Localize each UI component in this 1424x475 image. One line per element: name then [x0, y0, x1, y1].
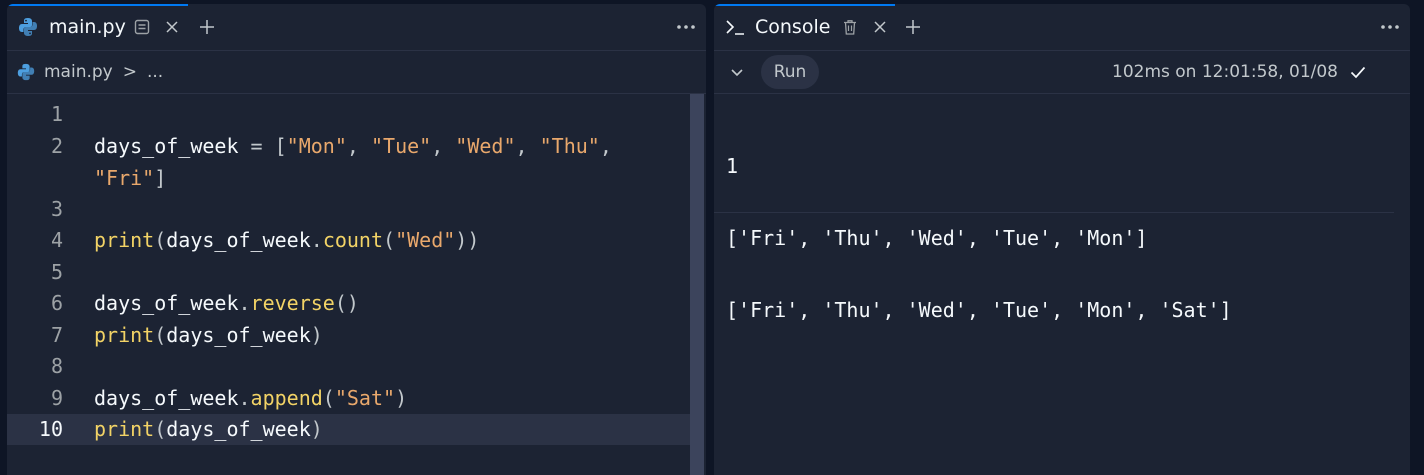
console-output: 1 ['Fri', 'Thu', 'Wed', 'Tue', 'Mon'] ['…: [726, 106, 1232, 370]
code-token: .: [238, 386, 251, 410]
file-options-icon[interactable]: [133, 18, 151, 36]
line-number: 9: [50, 386, 63, 410]
code-function: print: [94, 323, 155, 347]
line-number: 3: [50, 197, 63, 221]
code-token: days_of_week: [94, 386, 239, 410]
code-token: days_of_week: [166, 228, 311, 252]
editor-pane: main.py main.py > ... 1 2 3 4 5 6 7 8 9 …: [7, 4, 706, 475]
breadcrumb: main.py > ...: [7, 51, 706, 94]
python-icon: [16, 62, 36, 82]
line-number: 5: [50, 260, 63, 284]
code-token: days_of_week: [166, 417, 311, 441]
line-number: 8: [50, 354, 63, 378]
code-line-10: print(days_of_week): [94, 417, 323, 441]
code-editor[interactable]: 1 2 3 4 5 6 7 8 9 10 days_of_week = ["Mo…: [7, 94, 706, 475]
ellipsis-icon[interactable]: [676, 4, 696, 50]
check-icon: [1348, 62, 1368, 82]
console-divider: [714, 212, 1394, 213]
code-line-9: days_of_week.append("Sat"): [94, 386, 407, 410]
code-token: days_of_week: [94, 291, 239, 315]
tab-main-py[interactable]: main.py: [7, 4, 188, 50]
code-token: (): [334, 291, 359, 315]
code-token: .: [310, 228, 323, 252]
code-token: .: [238, 291, 251, 315]
breadcrumb-separator: >: [122, 62, 137, 82]
code-token: = [: [238, 134, 287, 158]
breadcrumb-more[interactable]: ...: [147, 62, 163, 82]
active-tab-indicator: [714, 4, 895, 6]
plus-icon[interactable]: [903, 17, 923, 37]
tab-console[interactable]: Console: [714, 4, 895, 50]
console-output-line: ['Fri', 'Thu', 'Wed', 'Tue', 'Mon']: [726, 226, 1148, 250]
tab-console-label: Console: [755, 16, 831, 38]
code-function: print: [94, 228, 155, 252]
plus-icon[interactable]: [197, 17, 217, 37]
editor-scrollbar[interactable]: [690, 94, 704, 475]
code-token: ,: [346, 134, 371, 158]
close-icon[interactable]: [872, 19, 888, 35]
code-token: ): [310, 417, 323, 441]
code-token: days_of_week: [166, 323, 311, 347]
code-token: (: [154, 228, 167, 252]
code-string: "Thu": [539, 134, 600, 158]
editor-tabbar: main.py: [7, 4, 706, 51]
code-token: ,: [431, 134, 456, 158]
chevron-down-icon[interactable]: [728, 63, 746, 81]
code-token: ): [310, 323, 323, 347]
code-function: reverse: [250, 291, 335, 315]
code-string: "Fri": [94, 166, 155, 190]
line-number: 6: [50, 291, 63, 315]
line-number: 4: [50, 228, 63, 252]
run-button-label: Run: [773, 62, 807, 82]
console-toolbar: Run 102ms on 12:01:58, 01/08: [714, 51, 1410, 94]
python-icon: [17, 16, 39, 38]
console-output-line: ['Fri', 'Thu', 'Wed', 'Tue', 'Mon', 'Sat…: [726, 298, 1232, 322]
active-tab-indicator: [7, 4, 188, 6]
console-tabbar: Console: [714, 4, 1410, 51]
breadcrumb-file[interactable]: main.py: [44, 62, 113, 82]
terminal-icon: [724, 16, 746, 38]
line-number: 2: [50, 134, 63, 158]
close-icon[interactable]: [164, 19, 180, 35]
code-token: ): [395, 386, 408, 410]
line-number-current: 10: [38, 417, 63, 441]
code-string: "Wed": [395, 228, 456, 252]
code-line-2-wrap: "Fri"]: [94, 166, 166, 190]
console-output-line: 1: [726, 154, 739, 178]
code-function: count: [322, 228, 384, 252]
code-token: )): [455, 228, 480, 252]
code-line-4: print(days_of_week.count("Wed")): [94, 228, 479, 252]
code-token: (: [322, 386, 335, 410]
code-token: (: [154, 417, 167, 441]
run-button[interactable]: Run: [761, 55, 819, 89]
code-function: append: [250, 386, 323, 410]
code-string: "Sat": [334, 386, 396, 410]
run-status-text: 102ms on 12:01:58, 01/08: [1112, 62, 1338, 82]
line-number: 7: [50, 323, 63, 347]
trash-icon[interactable]: [841, 18, 859, 36]
code-token: (: [383, 228, 396, 252]
code-line-6: days_of_week.reverse(): [94, 291, 359, 315]
code-function: print: [94, 417, 155, 441]
code-string: "Mon": [286, 134, 347, 158]
code-token: ]: [154, 166, 167, 190]
run-status: 102ms on 12:01:58, 01/08: [1112, 51, 1368, 93]
tab-filename: main.py: [49, 16, 126, 38]
code-string: "Tue": [370, 134, 432, 158]
code-line-2: days_of_week = ["Mon", "Tue", "Wed", "Th…: [94, 134, 612, 158]
code-line-7: print(days_of_week): [94, 323, 323, 347]
code-token: ,: [515, 134, 540, 158]
code-token: (: [154, 323, 167, 347]
code-string: "Wed": [455, 134, 516, 158]
code-token: days_of_week: [94, 134, 239, 158]
ellipsis-icon[interactable]: [1380, 4, 1400, 50]
console-pane: Console Run 102ms on 12:01:58, 01/08 1 […: [714, 4, 1410, 475]
line-number: 1: [50, 102, 63, 126]
code-token: ,: [599, 134, 612, 158]
